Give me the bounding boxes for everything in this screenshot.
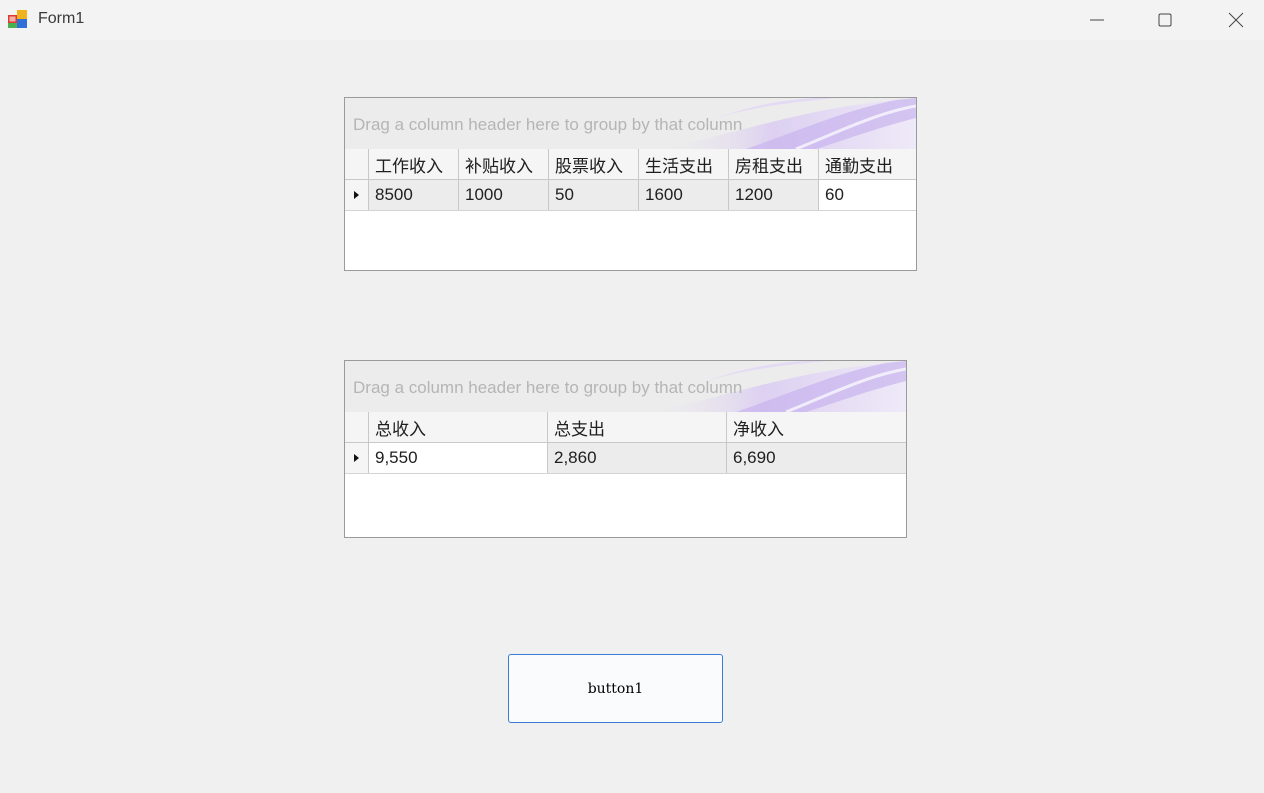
table-row[interactable]: 9,550 2,860 6,690 bbox=[345, 443, 906, 474]
column-header[interactable]: 生活支出 bbox=[639, 149, 729, 179]
column-header[interactable]: 补贴收入 bbox=[459, 149, 549, 179]
table-cell[interactable]: 8500 bbox=[369, 180, 459, 210]
main-window: Form1 Drag a column header here to group… bbox=[0, 0, 1264, 793]
maximize-icon bbox=[1158, 13, 1172, 27]
group-panel[interactable]: Drag a column header here to group by th… bbox=[345, 361, 906, 413]
table-cell[interactable]: 6,690 bbox=[727, 443, 906, 473]
column-header[interactable]: 总收入 bbox=[369, 412, 548, 442]
table-cell[interactable]: 1600 bbox=[639, 180, 729, 210]
title-bar[interactable]: Form1 bbox=[0, 0, 1264, 40]
income-expense-grid[interactable]: Drag a column header here to group by th… bbox=[344, 97, 917, 271]
table-cell[interactable]: 1200 bbox=[729, 180, 819, 210]
close-icon bbox=[1228, 12, 1244, 28]
table-row[interactable]: 8500 1000 50 1600 1200 60 bbox=[345, 180, 916, 211]
app-icon bbox=[8, 10, 27, 28]
button1[interactable]: button1 bbox=[508, 654, 723, 723]
current-row-arrow-icon bbox=[354, 191, 359, 199]
table-cell[interactable]: 9,550 bbox=[369, 443, 548, 473]
summary-grid[interactable]: Drag a column header here to group by th… bbox=[344, 360, 907, 538]
table-cell[interactable]: 60 bbox=[819, 180, 916, 210]
table-cell[interactable]: 1000 bbox=[459, 180, 549, 210]
window-title: Form1 bbox=[38, 10, 85, 27]
minimize-icon bbox=[1090, 19, 1104, 21]
header-row: 总收入 总支出 净收入 bbox=[345, 412, 906, 443]
minimize-button[interactable] bbox=[1074, 0, 1120, 40]
column-header[interactable]: 工作收入 bbox=[369, 149, 459, 179]
column-header[interactable]: 总支出 bbox=[548, 412, 727, 442]
maximize-button[interactable] bbox=[1142, 0, 1188, 40]
column-header[interactable]: 净收入 bbox=[727, 412, 906, 442]
column-header[interactable]: 股票收入 bbox=[549, 149, 639, 179]
group-panel-hint: Drag a column header here to group by th… bbox=[353, 115, 743, 134]
current-row-arrow-icon bbox=[354, 454, 359, 462]
row-indicator-header bbox=[345, 149, 369, 179]
row-indicator[interactable] bbox=[345, 180, 369, 210]
row-indicator[interactable] bbox=[345, 443, 369, 473]
table-cell[interactable]: 2,860 bbox=[548, 443, 727, 473]
column-header[interactable]: 通勤支出 bbox=[819, 149, 916, 179]
close-button[interactable] bbox=[1213, 0, 1259, 40]
row-indicator-header bbox=[345, 412, 369, 442]
column-header[interactable]: 房租支出 bbox=[729, 149, 819, 179]
group-panel-hint: Drag a column header here to group by th… bbox=[353, 378, 743, 397]
header-row: 工作收入 补贴收入 股票收入 生活支出 房租支出 通勤支出 bbox=[345, 149, 916, 180]
group-panel[interactable]: Drag a column header here to group by th… bbox=[345, 98, 916, 150]
table-cell[interactable]: 50 bbox=[549, 180, 639, 210]
